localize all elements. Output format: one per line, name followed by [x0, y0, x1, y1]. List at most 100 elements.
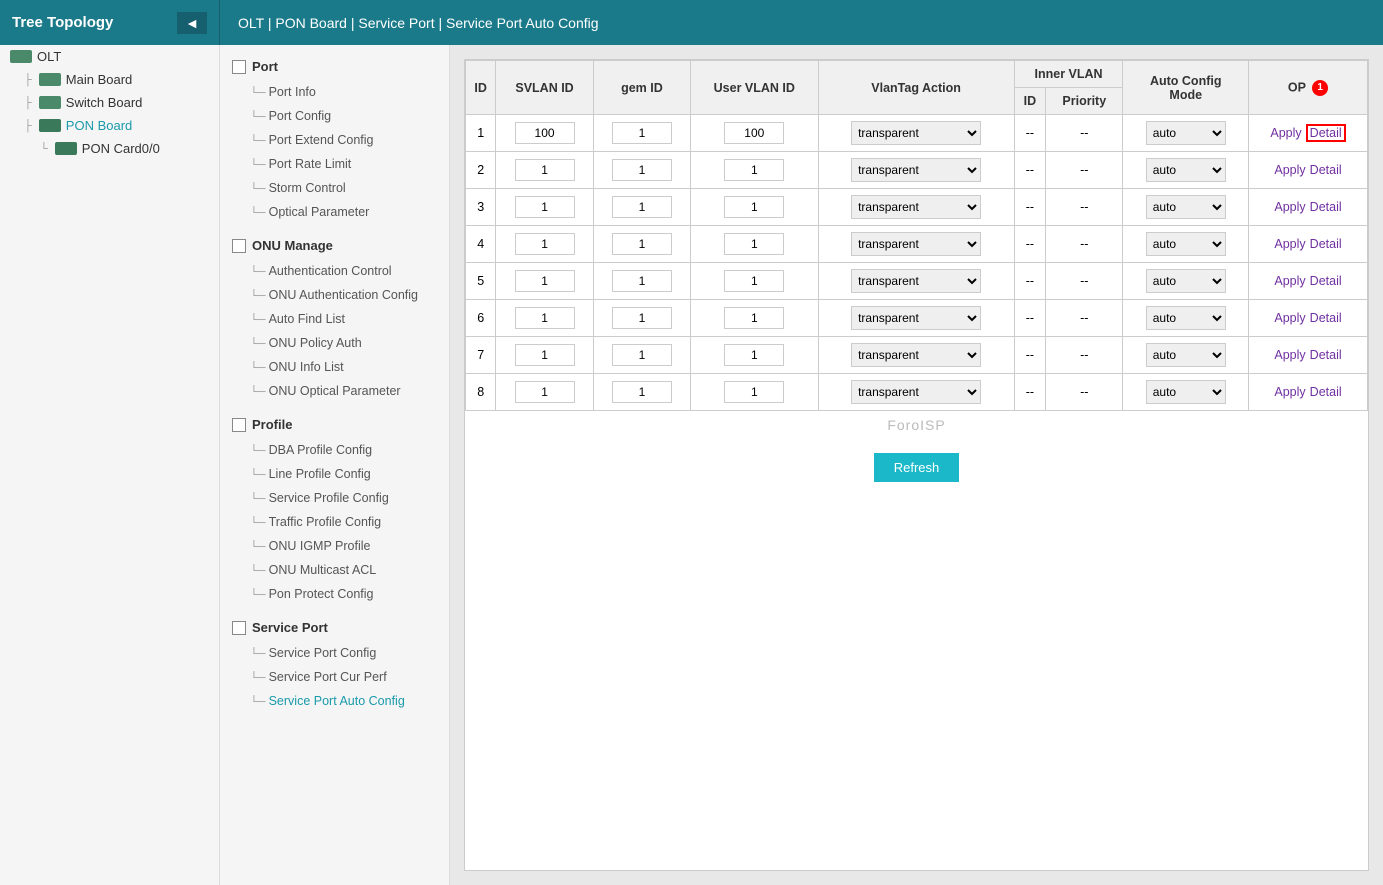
row-5-apply-button[interactable]: Apply	[1274, 274, 1305, 288]
row-8-detail-button[interactable]: Detail	[1310, 385, 1342, 399]
tree-node-ponboard[interactable]: ├ PON Board	[0, 114, 219, 137]
row-6-auto-mode-select[interactable]: automanual	[1146, 306, 1226, 330]
menu-item-dba-profile-config[interactable]: └─DBA Profile Config	[220, 438, 449, 462]
section-profile-toggle[interactable]	[232, 418, 246, 432]
row-8-apply-button[interactable]: Apply	[1274, 385, 1305, 399]
row-6-detail-button[interactable]: Detail	[1310, 311, 1342, 325]
menu-item-onu-igmp-profile[interactable]: └─ONU IGMP Profile	[220, 534, 449, 558]
row-4-vlantag-select[interactable]: transparenttranslateadd-doublesingle-tag	[851, 232, 981, 256]
row-6-apply-button[interactable]: Apply	[1274, 311, 1305, 325]
row-7-detail-button[interactable]: Detail	[1310, 348, 1342, 362]
row-2-auto-mode-select[interactable]: automanual	[1146, 158, 1226, 182]
content-panel: ID SVLAN ID gem ID User VLAN ID VlanTag …	[464, 59, 1369, 871]
row-5-detail-button[interactable]: Detail	[1310, 274, 1342, 288]
menu-item-service-port-config[interactable]: └─Service Port Config	[220, 641, 449, 665]
row-6-vlantag-select[interactable]: transparenttranslateadd-doublesingle-tag	[851, 306, 981, 330]
row-4-user-vlan-id-input[interactable]	[724, 233, 784, 255]
row-2-vlantag-select[interactable]: transparenttranslateadd-doublesingle-tag	[851, 158, 981, 182]
section-service-port: Service Port └─Service Port Config └─Ser…	[220, 614, 449, 713]
menu-item-onu-optical-parameter[interactable]: └─ONU Optical Parameter	[220, 379, 449, 403]
row-8-vlantag-select[interactable]: transparenttranslateadd-doublesingle-tag	[851, 380, 981, 404]
menu-item-storm-control[interactable]: └─Storm Control	[220, 176, 449, 200]
tree-node-mainboard[interactable]: ├ Main Board	[0, 68, 219, 91]
row-7-svlan-id-input[interactable]	[515, 344, 575, 366]
row-5-gem-id-input[interactable]	[612, 270, 672, 292]
section-onu-toggle[interactable]	[232, 239, 246, 253]
row-7-vlantag-select[interactable]: transparenttranslateadd-doublesingle-tag	[851, 343, 981, 367]
row-7-user-vlan-id-input[interactable]	[724, 344, 784, 366]
menu-item-service-profile-config[interactable]: └─Service Profile Config	[220, 486, 449, 510]
section-port-toggle[interactable]	[232, 60, 246, 74]
row-8-user-vlan-id-input[interactable]	[724, 381, 784, 403]
row-8-gem-id-input[interactable]	[612, 381, 672, 403]
menu-item-pon-protect-config[interactable]: └─Pon Protect Config	[220, 582, 449, 606]
menu-item-service-port-cur-perf[interactable]: └─Service Port Cur Perf	[220, 665, 449, 689]
row-5-inner-vlan-id: --	[1014, 263, 1045, 300]
row-2-detail-button[interactable]: Detail	[1310, 163, 1342, 177]
row-5-auto-mode-select[interactable]: automanual	[1146, 269, 1226, 293]
menu-item-port-config[interactable]: └─Port Config	[220, 104, 449, 128]
menu-item-traffic-profile-config[interactable]: └─Traffic Profile Config	[220, 510, 449, 534]
row-1-user-vlan-id-input[interactable]	[724, 122, 784, 144]
row-4-apply-button[interactable]: Apply	[1274, 237, 1305, 251]
row-5-vlantag-select[interactable]: transparenttranslateadd-doublesingle-tag	[851, 269, 981, 293]
row-1-vlantag-select[interactable]: transparenttranslateadd-doublesingle-tag	[851, 121, 981, 145]
row-2-svlan-id	[496, 152, 593, 189]
menu-item-port-info[interactable]: └─Port Info	[220, 80, 449, 104]
row-1-apply-button[interactable]: Apply	[1270, 126, 1301, 140]
row-4-gem-id-input[interactable]	[612, 233, 672, 255]
row-7-apply-button[interactable]: Apply	[1274, 348, 1305, 362]
row-3-user-vlan-id-input[interactable]	[724, 196, 784, 218]
row-3-vlantag-select[interactable]: transparenttranslateadd-doublesingle-tag	[851, 195, 981, 219]
section-profile-title: Profile	[252, 417, 292, 432]
row-3-detail-button[interactable]: Detail	[1310, 200, 1342, 214]
tree-node-poncard[interactable]: └ PON Card0/0	[0, 137, 219, 160]
row-5-auto-mode: automanual	[1123, 263, 1249, 300]
row-1-detail-button[interactable]: Detail	[1306, 124, 1346, 142]
menu-item-line-profile-config[interactable]: └─Line Profile Config	[220, 462, 449, 486]
menu-item-auth-control[interactable]: └─Authentication Control	[220, 259, 449, 283]
col-header-id: ID	[466, 61, 496, 115]
row-1-auto-mode-select[interactable]: automanual	[1146, 121, 1226, 145]
menu-item-port-extend-config[interactable]: └─Port Extend Config	[220, 128, 449, 152]
row-8-auto-mode-select[interactable]: automanual	[1146, 380, 1226, 404]
menu-item-service-port-auto-config[interactable]: └─Service Port Auto Config	[220, 689, 449, 713]
row-4-auto-mode-select[interactable]: automanual	[1146, 232, 1226, 256]
row-7-gem-id-input[interactable]	[612, 344, 672, 366]
row-6-svlan-id-input[interactable]	[515, 307, 575, 329]
menu-item-auto-find-list[interactable]: └─Auto Find List	[220, 307, 449, 331]
row-2-svlan-id-input[interactable]	[515, 159, 575, 181]
row-1-svlan-id-input[interactable]	[515, 122, 575, 144]
menu-item-onu-auth-config[interactable]: └─ONU Authentication Config	[220, 283, 449, 307]
row-3-svlan-id-input[interactable]	[515, 196, 575, 218]
row-3-apply-button[interactable]: Apply	[1274, 200, 1305, 214]
row-5-user-vlan-id-input[interactable]	[724, 270, 784, 292]
row-2-apply-button[interactable]: Apply	[1274, 163, 1305, 177]
row-4-svlan-id-input[interactable]	[515, 233, 575, 255]
row-5-inner-vlan-priority: --	[1046, 263, 1123, 300]
row-2-user-vlan-id-input[interactable]	[724, 159, 784, 181]
row-3-gem-id-input[interactable]	[612, 196, 672, 218]
section-service-port-toggle[interactable]	[232, 621, 246, 635]
menu-item-optical-parameter[interactable]: └─Optical Parameter	[220, 200, 449, 224]
row-5-svlan-id-input[interactable]	[515, 270, 575, 292]
row-6-gem-id-input[interactable]	[612, 307, 672, 329]
menu-item-onu-multicast-acl[interactable]: └─ONU Multicast ACL	[220, 558, 449, 582]
tree-node-olt[interactable]: OLT	[0, 45, 219, 68]
row-8-svlan-id-input[interactable]	[515, 381, 575, 403]
menu-item-onu-policy-auth[interactable]: └─ONU Policy Auth	[220, 331, 449, 355]
row-1-gem-id-input[interactable]	[612, 122, 672, 144]
collapse-sidebar-button[interactable]: ◄	[177, 12, 207, 34]
row-4-inner-vlan-priority: --	[1046, 226, 1123, 263]
row-4-detail-button[interactable]: Detail	[1310, 237, 1342, 251]
tree-node-switchboard[interactable]: ├ Switch Board	[0, 91, 219, 114]
row-7-auto-mode-select[interactable]: automanual	[1146, 343, 1226, 367]
row-2-gem-id-input[interactable]	[612, 159, 672, 181]
refresh-button[interactable]: Refresh	[874, 453, 960, 482]
row-6-user-vlan-id-input[interactable]	[724, 307, 784, 329]
menu-item-onu-info-list[interactable]: └─ONU Info List	[220, 355, 449, 379]
menu-item-port-rate-limit[interactable]: └─Port Rate Limit	[220, 152, 449, 176]
section-onu-header: ONU Manage	[220, 232, 449, 259]
row-3-auto-mode-select[interactable]: automanual	[1146, 195, 1226, 219]
col-header-svlan-id: SVLAN ID	[496, 61, 593, 115]
